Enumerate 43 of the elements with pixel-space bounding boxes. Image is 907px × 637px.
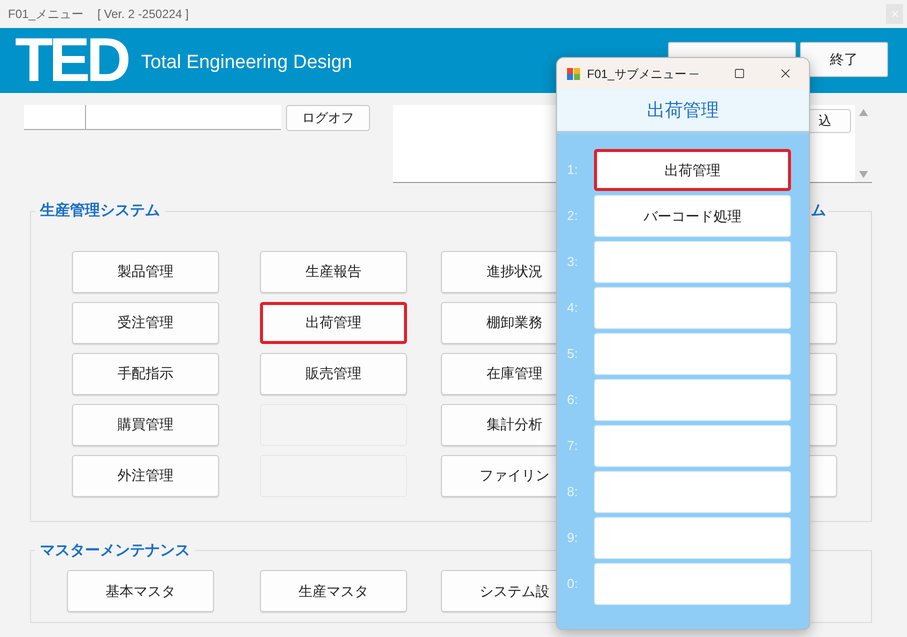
group-title: 生産管理システム (38, 201, 161, 221)
group-title: マスターメンテナンス (39, 540, 191, 560)
menu-button[interactable]: 受注管理 (72, 302, 219, 344)
item-number: 1: (567, 161, 579, 180)
group-title: ム (810, 201, 827, 221)
menu-button[interactable]: 生産マスタ (260, 570, 407, 612)
scroll-down-icon[interactable] (859, 171, 868, 178)
submenu-button[interactable] (594, 379, 791, 421)
scroll-up-icon[interactable] (859, 109, 868, 116)
tagline: Total Engineering Design (141, 51, 352, 75)
submenu-button[interactable] (594, 425, 791, 467)
logoff-button[interactable]: ログオフ (286, 105, 370, 131)
exit-button[interactable]: 終了 (800, 42, 888, 77)
menu-button[interactable]: 製品管理 (72, 250, 219, 292)
menu-button[interactable]: 生産報告 (260, 250, 407, 292)
menu-button[interactable]: 販売管理 (260, 352, 407, 394)
item-number: 2: (567, 207, 579, 226)
app-icon (567, 68, 580, 80)
menu-button[interactable]: 基本マスタ (67, 570, 214, 612)
submenu-button[interactable] (594, 563, 791, 605)
sub-window-heading: 出荷管理 (647, 98, 719, 122)
item-number: 9: (567, 529, 579, 548)
menu-button[interactable]: 購買管理 (72, 404, 219, 446)
submenu-button[interactable] (594, 333, 791, 375)
window-title: F01_メニュー (8, 6, 84, 23)
window-title: F01_サブメニュー (587, 66, 686, 82)
item-number: 4: (567, 299, 579, 318)
version-label: [ Ver. 2 -250224 ] (97, 6, 189, 23)
submenu-button[interactable] (594, 471, 791, 513)
submenu-button[interactable] (594, 241, 791, 283)
menu-button[interactable]: 手配指示 (72, 352, 219, 394)
menu-button[interactable]: 出荷管理 (260, 302, 407, 344)
menu-button[interactable]: 外注管理 (72, 454, 219, 496)
item-number: 3: (567, 253, 579, 272)
input-field[interactable] (24, 105, 85, 130)
item-number: 0: (567, 575, 579, 594)
submenu-button[interactable] (594, 517, 791, 559)
submenu-button[interactable]: バーコード処理 (594, 195, 791, 237)
maximize-icon[interactable] (734, 68, 745, 79)
input-field[interactable] (85, 105, 281, 130)
logo: TED (15, 30, 127, 92)
submenu-button[interactable]: 出荷管理 (594, 149, 791, 191)
submenu-button[interactable] (594, 287, 791, 329)
